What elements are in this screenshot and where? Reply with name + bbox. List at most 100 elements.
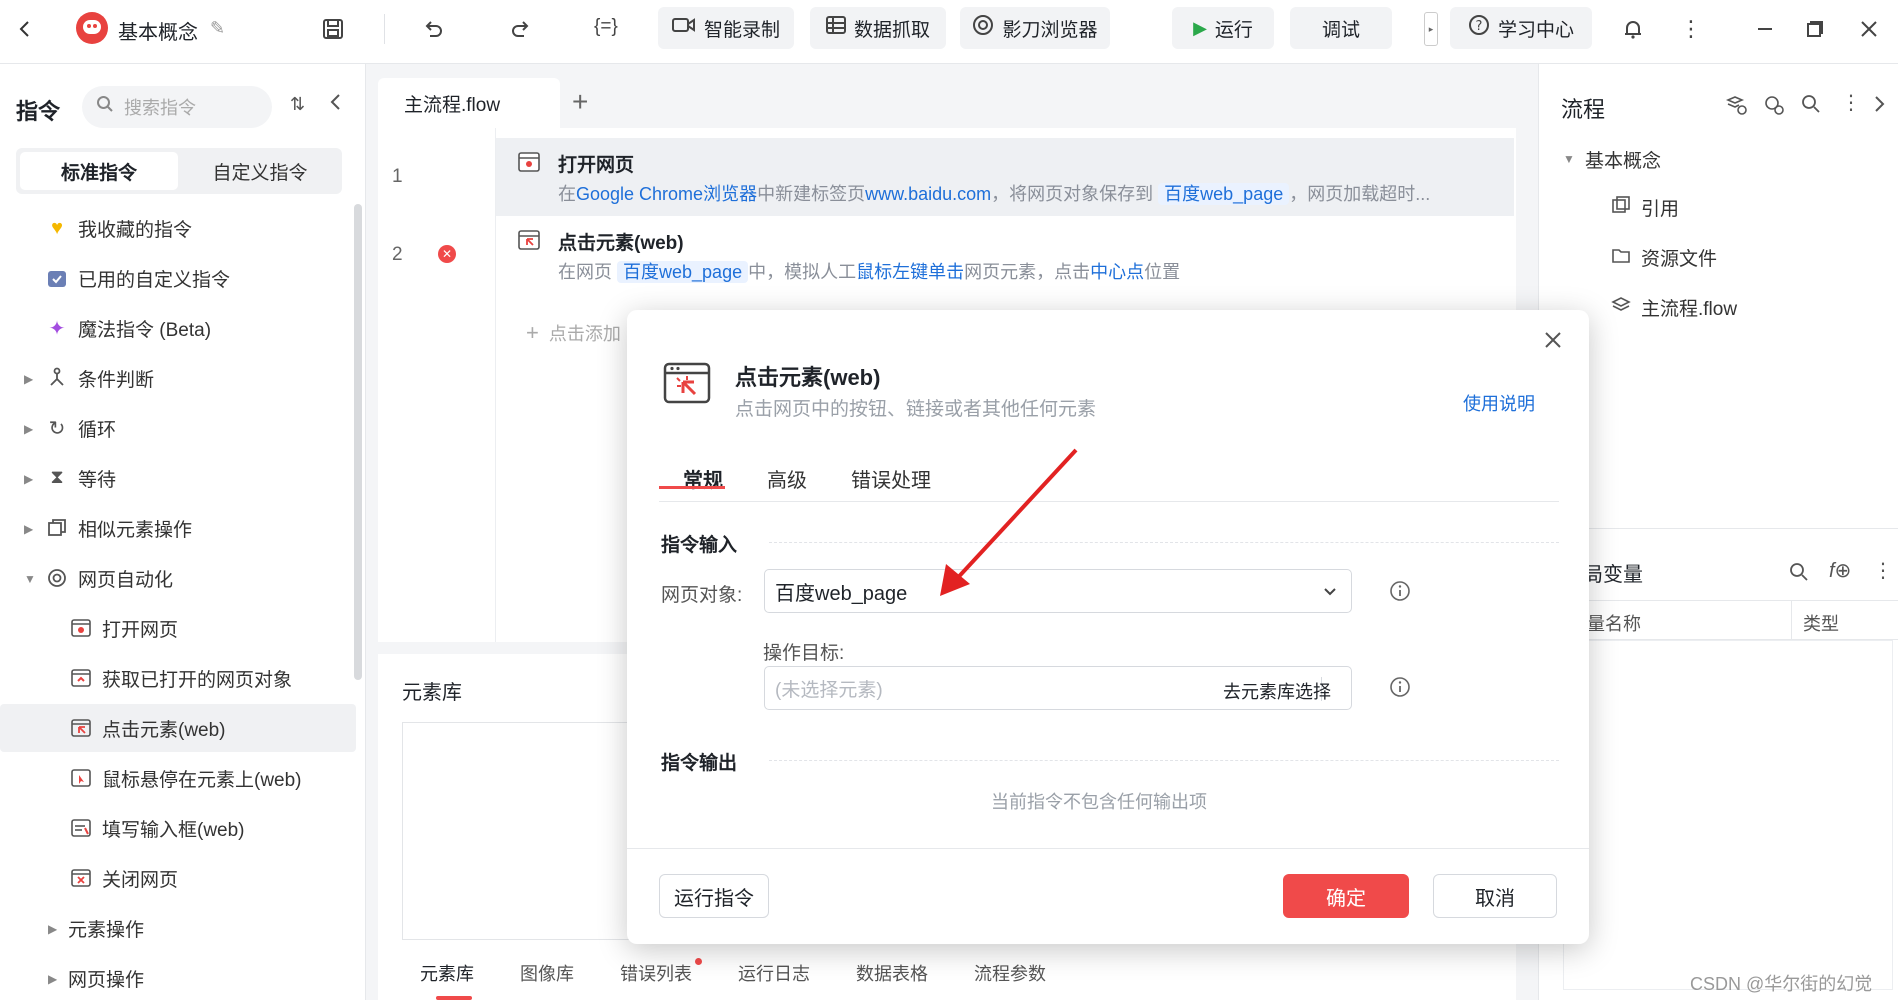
flow-step[interactable]: 点击元素(web) 在网页 百度web_page 中，模拟人工鼠标左键单击网页元素…	[496, 216, 1514, 294]
search-icon[interactable]	[1789, 562, 1809, 588]
desc-link: 鼠标左键单击	[856, 262, 965, 282]
bell-icon[interactable]	[1616, 12, 1650, 46]
tab-label: 错误列表	[620, 964, 692, 984]
tree-open-page[interactable]: 打开网页	[0, 604, 356, 652]
info-icon[interactable]	[1389, 580, 1411, 608]
flow-step[interactable]: 打开网页 在Google Chrome浏览器中新建标签页www.baidu.co…	[496, 138, 1514, 216]
tree-resources[interactable]: 资源文件	[1611, 244, 1717, 271]
caret-down-icon[interactable]: ▼	[1563, 152, 1575, 166]
tree-similar[interactable]: 相似元素操作	[0, 504, 356, 552]
more-vertical-icon[interactable]: ⋮	[1873, 558, 1893, 583]
error-icon[interactable]: ✕	[438, 245, 456, 263]
cancel-button[interactable]: 取消	[1433, 874, 1557, 918]
webpage-icon	[68, 665, 94, 691]
debug-button[interactable]: 调试	[1290, 7, 1392, 49]
run-command-button[interactable]: 运行指令	[659, 874, 769, 918]
tree-element-ops[interactable]: 元素操作	[0, 904, 356, 952]
tab-element-lib[interactable]: 元素库	[420, 960, 474, 986]
tree-fill-input[interactable]: 填写输入框(web)	[0, 804, 356, 852]
ok-button[interactable]: 确定	[1283, 874, 1409, 918]
webpage-icon	[68, 615, 94, 641]
close-icon[interactable]	[1543, 330, 1563, 356]
tree-condition[interactable]: 条件判断	[0, 354, 356, 402]
run-button[interactable]: ▶ 运行	[1172, 7, 1274, 49]
tree-used-custom[interactable]: 已用的自定义指令	[0, 254, 356, 302]
add-tab-icon[interactable]: +	[572, 86, 588, 118]
video-icon	[671, 16, 696, 40]
command-search[interactable]: 搜索指令	[82, 86, 272, 128]
more-vertical-icon[interactable]: ⋮	[1841, 90, 1861, 115]
add-subflow-icon[interactable]	[1725, 94, 1747, 122]
back-icon[interactable]	[8, 12, 42, 46]
svg-text:?: ?	[1476, 19, 1483, 34]
expand-right-icon[interactable]	[1873, 94, 1885, 120]
target-placeholder: (未选择元素)	[775, 679, 883, 701]
tab-custom[interactable]: 自定义指令	[182, 152, 338, 190]
minimize-icon[interactable]	[1748, 12, 1782, 46]
variable-icon[interactable]: {=}	[594, 16, 618, 38]
tree-label: 条件判断	[78, 369, 155, 391]
tab-image-lib[interactable]: 图像库	[520, 960, 574, 986]
tab-data-table[interactable]: 数据表格	[856, 960, 928, 986]
target-field[interactable]: (未选择元素) 去元素库选择	[764, 666, 1352, 710]
save-icon[interactable]	[316, 12, 350, 46]
tree-close-page[interactable]: 关闭网页	[0, 854, 356, 902]
tree-reference[interactable]: 引用	[1611, 194, 1679, 221]
search-placeholder: 搜索指令	[124, 98, 196, 118]
tree-main-flow[interactable]: 主流程.flow	[1611, 294, 1737, 321]
collapse-left-icon[interactable]	[328, 92, 342, 118]
tree-label: 点击元素(web)	[102, 719, 226, 741]
info-icon[interactable]	[1389, 676, 1411, 704]
tree-click-element[interactable]: 点击元素(web)	[0, 704, 356, 752]
tree-label: 填写输入框(web)	[102, 819, 245, 841]
tree-loop[interactable]: ↻ 循环	[0, 404, 356, 452]
undo-icon[interactable]	[416, 12, 450, 46]
tree-hover-element[interactable]: 鼠标悬停在元素上(web)	[0, 754, 356, 802]
smart-record-button[interactable]: 智能录制	[658, 7, 794, 49]
tab-flow-params[interactable]: 流程参数	[974, 960, 1046, 986]
search-icon[interactable]	[1801, 94, 1821, 120]
help-circle-icon: ?	[1468, 14, 1490, 42]
tree-favorites[interactable]: ♥ 我收藏的指令	[0, 204, 356, 252]
add-module-icon[interactable]	[1763, 94, 1785, 122]
tree-label: 鼠标悬停在元素上(web)	[102, 769, 302, 791]
flow-panel: 流程 ⋮ ▼ 基本概念 引用 资源文件 主流程.flow 局变量 f⊕ ⋮ 量名…	[1538, 64, 1898, 1000]
divider	[384, 14, 385, 44]
redo-icon[interactable]	[504, 12, 538, 46]
collapse-toggle[interactable]: ▸	[1424, 12, 1438, 46]
element-library-select-button[interactable]: 去元素库选择	[1223, 678, 1331, 704]
tree-wait[interactable]: ⧗ 等待	[0, 454, 356, 502]
function-icon[interactable]: f⊕	[1829, 558, 1851, 583]
tab-error-list[interactable]: 错误列表	[620, 958, 702, 986]
section-divider	[769, 542, 1559, 543]
left-scrollbar[interactable]	[354, 204, 362, 680]
tree-get-page[interactable]: 获取已打开的网页对象	[0, 654, 356, 702]
tree-web-automation[interactable]: 网页自动化	[0, 554, 356, 602]
tab-error-handling[interactable]: 错误处理	[851, 464, 931, 493]
section-input-title: 指令输入	[661, 535, 738, 556]
learn-center-button[interactable]: ? 学习中心	[1450, 7, 1592, 49]
tree-root[interactable]: 基本概念	[1585, 146, 1661, 173]
command-tabs: 标准指令 自定义指令	[16, 148, 342, 194]
edit-icon[interactable]: ✎	[210, 18, 225, 39]
tab-main-flow[interactable]: 主流程.flow	[378, 78, 560, 128]
tab-advanced[interactable]: 高级	[767, 464, 807, 493]
tree-magic[interactable]: ✦ 魔法指令 (Beta)	[0, 304, 356, 352]
help-link[interactable]: 使用说明	[1463, 390, 1535, 416]
more-vertical-icon[interactable]: ⋮	[1674, 12, 1708, 46]
tab-run-log[interactable]: 运行日志	[738, 960, 810, 986]
data-scrape-button[interactable]: 数据抓取	[810, 7, 946, 49]
sort-icon[interactable]: ⇅	[290, 94, 305, 115]
section-divider	[769, 760, 1559, 761]
tree-label: 相似元素操作	[78, 519, 193, 541]
close-window-icon[interactable]	[1852, 12, 1886, 46]
project-title: 基本概念	[118, 22, 198, 44]
step-number: 2	[392, 244, 403, 265]
maximize-icon[interactable]	[1798, 12, 1832, 46]
tree-page-ops[interactable]: 网页操作	[0, 954, 356, 1000]
tab-label: 主流程.flow	[404, 94, 501, 116]
add-step[interactable]: + 点击添加	[526, 320, 621, 346]
browser-button[interactable]: 影刀浏览器	[960, 7, 1110, 49]
tab-standard[interactable]: 标准指令	[20, 152, 178, 190]
browser-label: 影刀浏览器	[1002, 19, 1098, 41]
